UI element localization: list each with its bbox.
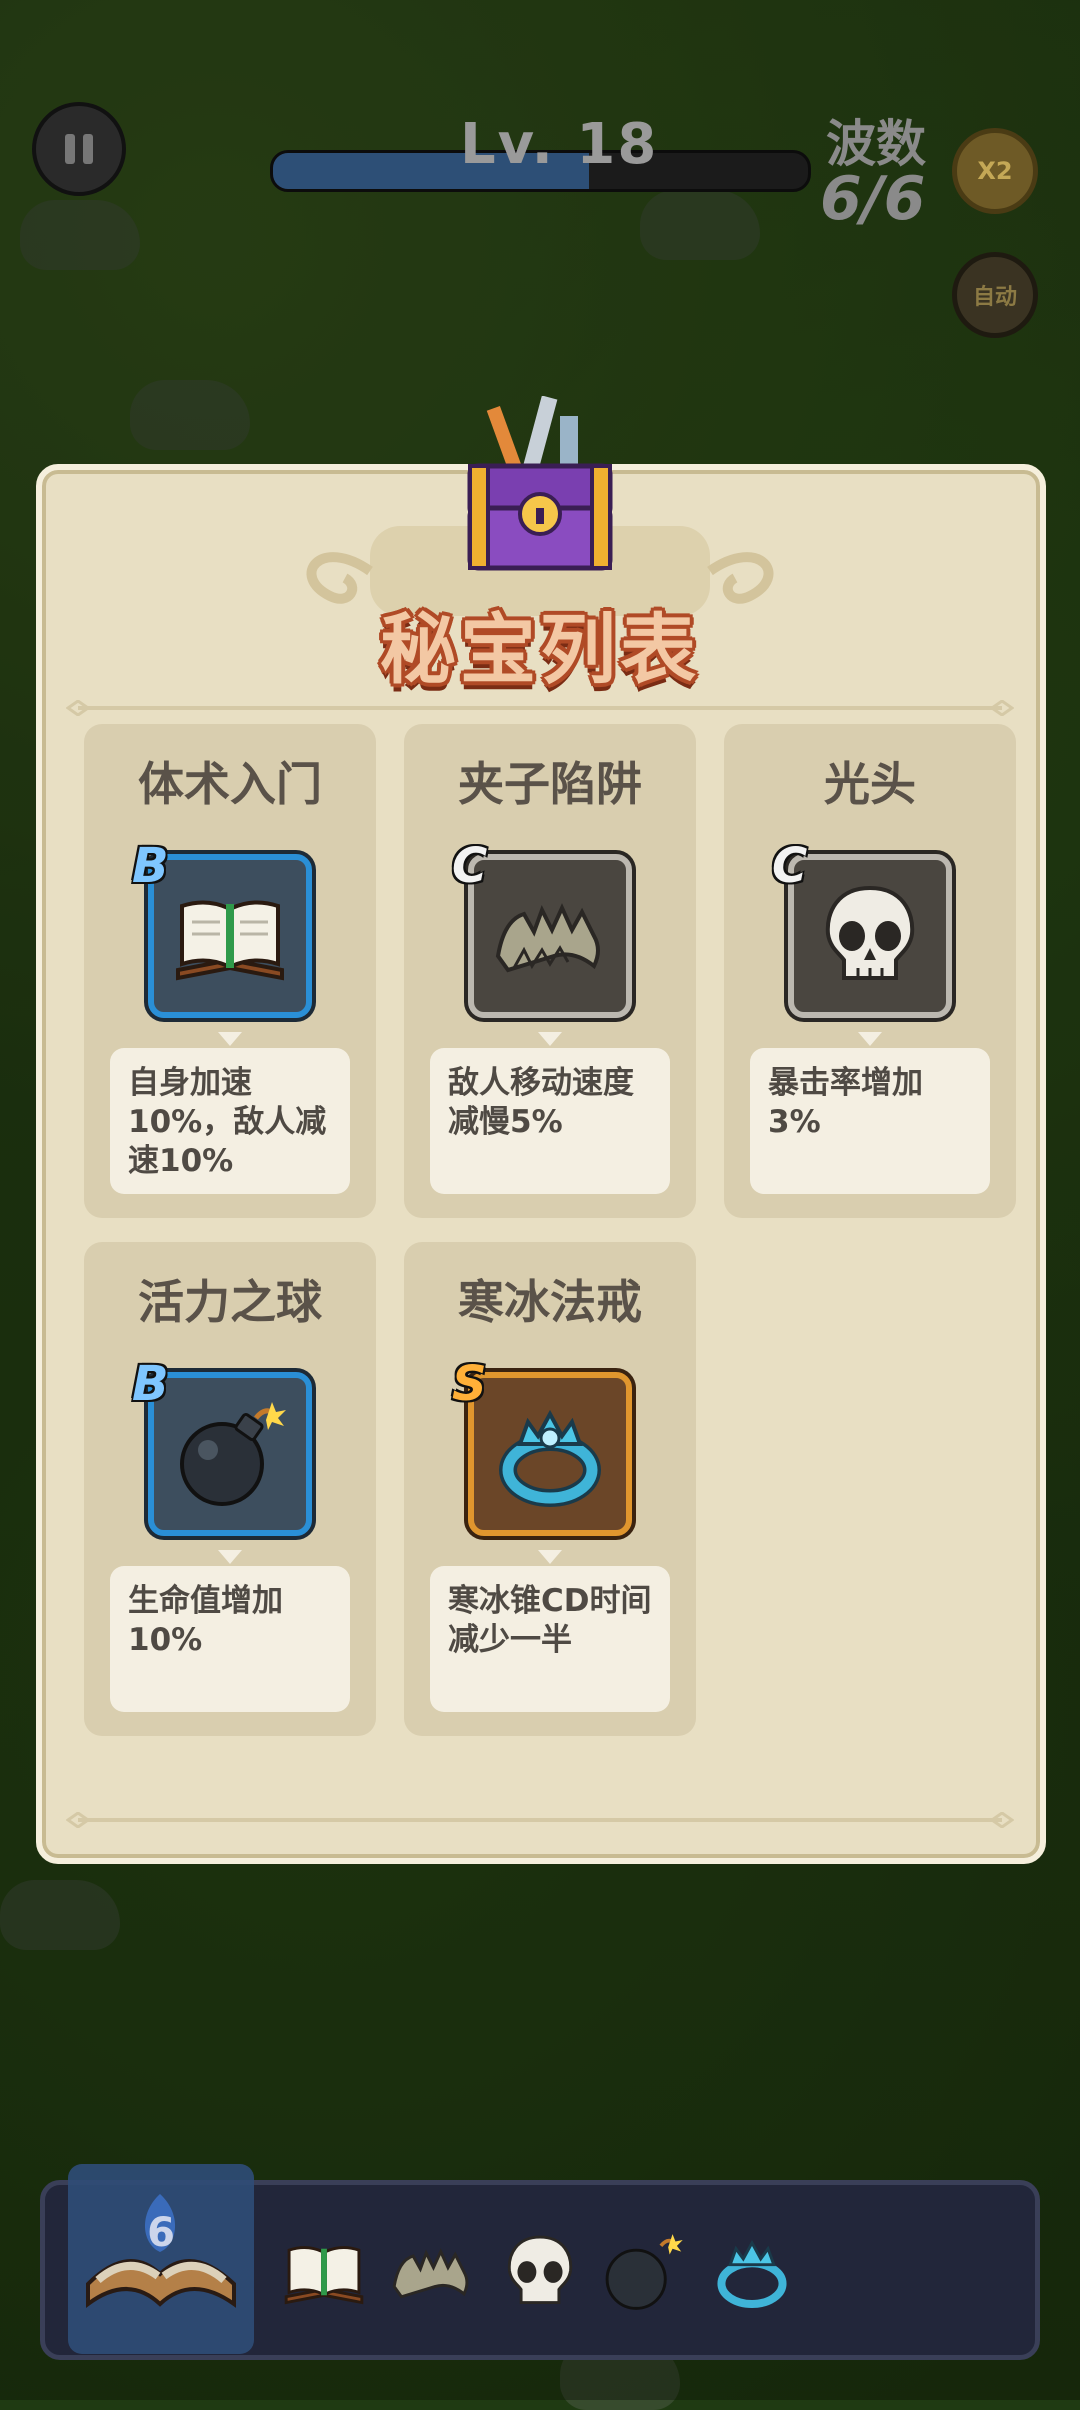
desc-pointer xyxy=(218,1032,242,1046)
bar-item-bomb[interactable] xyxy=(594,2224,690,2320)
speed-x2-button[interactable]: X2 xyxy=(952,128,1038,214)
treasure-card[interactable]: 活力之球 B 生命值增加10% xyxy=(84,1242,376,1736)
treasure-chest-icon xyxy=(467,396,613,571)
hero-book-button[interactable]: 6 xyxy=(68,2164,254,2354)
desc-pointer xyxy=(858,1032,882,1046)
treasure-icon-frame: C xyxy=(772,838,952,1018)
bomb-icon xyxy=(180,1402,286,1506)
panel-title: 秘宝列表 xyxy=(380,605,700,694)
treasure-description: 自身加速10%，敌人减速10% xyxy=(110,1048,350,1194)
skull-icon xyxy=(825,885,915,980)
treasure-name: 体术入门 xyxy=(138,757,322,811)
ice-ring-icon xyxy=(499,1409,601,1507)
treasure-description: 寒冰锥CD时间减少一半 xyxy=(430,1566,670,1712)
auto-button[interactable]: 自动 xyxy=(952,252,1038,338)
jaw-trap-icon xyxy=(392,2248,469,2299)
desc-pointer xyxy=(538,1550,562,1564)
jaw-trap-icon xyxy=(495,903,600,973)
desc-pointer xyxy=(538,1032,562,1046)
treasure-icon-frame: S xyxy=(452,1356,632,1536)
rank-badge: S xyxy=(452,1356,487,1412)
treasure-description: 暴击率增加3% xyxy=(750,1048,990,1194)
treasure-icon-frame: B xyxy=(132,1356,312,1536)
book-icon xyxy=(284,2246,364,2305)
magic-book-icon xyxy=(86,2194,236,2308)
bomb-icon xyxy=(605,2234,683,2310)
pause-icon xyxy=(65,134,93,164)
desc-pointer xyxy=(218,1550,242,1564)
treasure-name: 光头 xyxy=(824,757,916,811)
treasure-name: 活力之球 xyxy=(138,1275,322,1329)
treasure-icon-frame: B xyxy=(132,838,312,1018)
bar-item-ice-ring[interactable] xyxy=(704,2224,800,2320)
treasure-name: 夹子陷阱 xyxy=(458,757,642,811)
book-icon xyxy=(176,900,284,981)
bottom-divider xyxy=(66,1812,1014,1828)
treasure-description: 敌人移动速度减慢5% xyxy=(430,1048,670,1194)
top-divider xyxy=(66,700,1014,716)
treasure-card[interactable]: 体术入门 B 自身加速10%，敌人减速10% xyxy=(84,724,376,1218)
treasure-card[interactable]: 夹子陷阱 C 敌人移动速度减慢5% xyxy=(404,724,696,1218)
treasure-card[interactable]: 光头 C 暴击率增加3% xyxy=(724,724,1016,1218)
pause-button[interactable] xyxy=(32,102,126,196)
wave-counter: 6/6 xyxy=(820,164,926,234)
hero-level-number: 6 xyxy=(147,2210,175,2256)
bar-item-jaw-trap[interactable] xyxy=(384,2224,480,2320)
treasure-card[interactable]: 寒冰法戒 S 寒冰锥CD时间减少一半 xyxy=(404,1242,696,1736)
treasure-name: 寒冰法戒 xyxy=(458,1275,642,1329)
rank-badge: C xyxy=(772,838,808,894)
bar-item-book[interactable] xyxy=(276,2224,372,2320)
level-label: Lv. 18 xyxy=(460,112,659,177)
treasure-description: 生命值增加10% xyxy=(110,1566,350,1712)
rank-badge: C xyxy=(452,838,488,894)
ice-ring-icon xyxy=(717,2239,787,2308)
bar-item-skull[interactable] xyxy=(492,2224,588,2320)
treasure-icon-frame: C xyxy=(452,838,632,1018)
skull-icon xyxy=(507,2235,573,2304)
